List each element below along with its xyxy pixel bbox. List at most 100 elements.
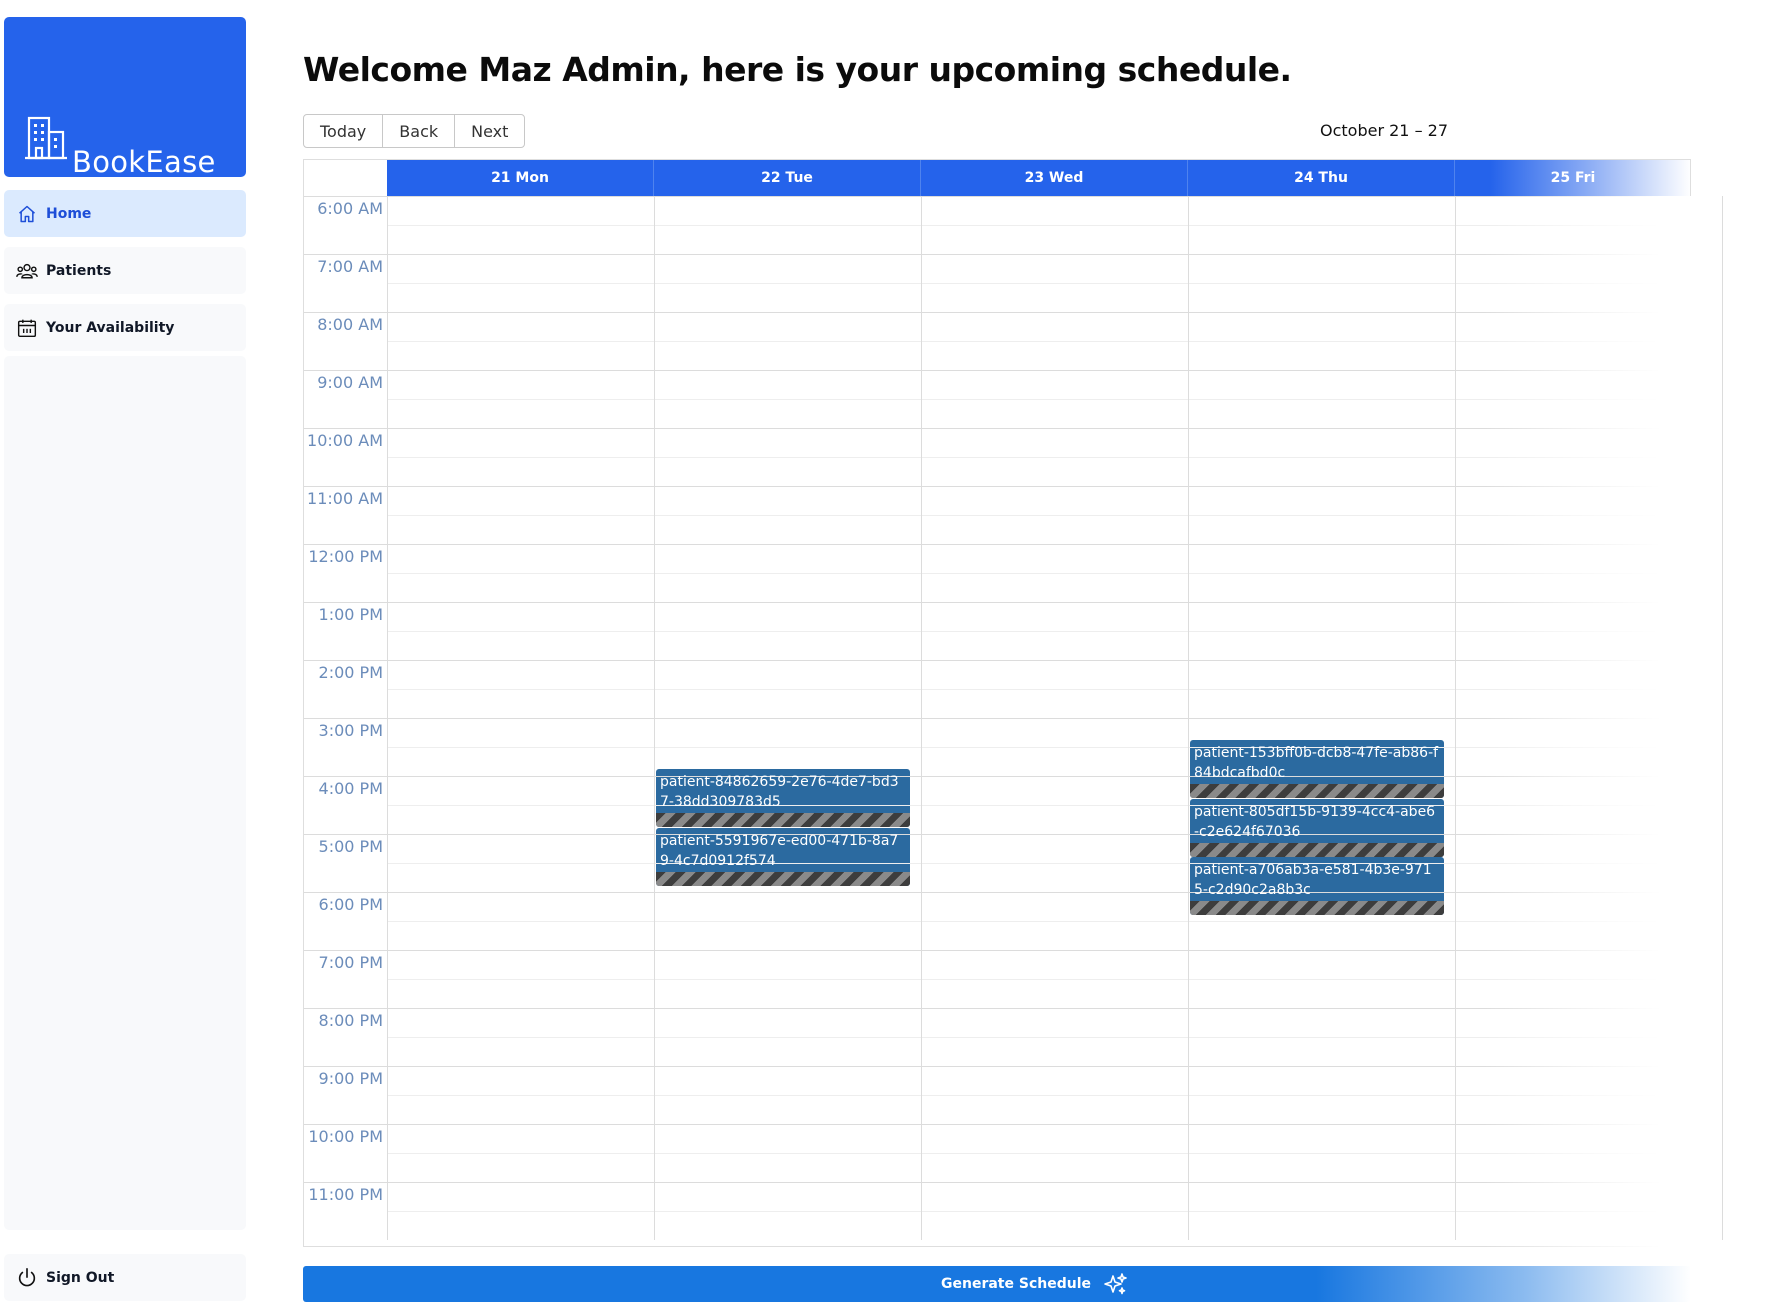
half-hour-gridline bbox=[387, 689, 1690, 690]
brand-logo: BookEase bbox=[4, 17, 246, 179]
event-label: patient-5591967e-ed00-471b-8a79-4c7d0912… bbox=[660, 833, 899, 869]
sidebar: BookEase Home Patients Your Availability bbox=[0, 0, 250, 1301]
hour-gridline bbox=[304, 544, 1690, 545]
week-calendar: 21 Mon 22 Tue 23 Wed 24 Thu 25 Fri patie… bbox=[303, 159, 1723, 1248]
hour-gridline bbox=[304, 660, 1690, 661]
users-icon bbox=[16, 260, 38, 282]
time-slot-label: 6:00 AM bbox=[317, 199, 383, 218]
time-slot-label: 5:00 PM bbox=[318, 837, 383, 856]
hour-gridline bbox=[304, 776, 1690, 777]
time-slot-label: 10:00 AM bbox=[307, 431, 383, 450]
half-hour-gridline bbox=[387, 399, 1690, 400]
generate-schedule-button[interactable]: Generate Schedule bbox=[303, 1266, 1691, 1302]
power-icon bbox=[16, 1267, 38, 1289]
hour-gridline bbox=[304, 196, 1690, 197]
half-hour-gridline bbox=[387, 631, 1690, 632]
hour-gridline bbox=[304, 1182, 1690, 1183]
time-slot-label: 2:00 PM bbox=[318, 663, 383, 682]
day-header-thu[interactable]: 24 Thu bbox=[1188, 160, 1455, 196]
event-label: patient-84862659-2e76-4de7-bd37-38dd3097… bbox=[660, 774, 899, 810]
sidebar-item-label: Patients bbox=[46, 262, 112, 279]
half-hour-gridline bbox=[387, 747, 1690, 748]
hour-gridline bbox=[304, 312, 1690, 313]
appointment-event[interactable]: patient-5591967e-ed00-471b-8a79-4c7d0912… bbox=[656, 828, 910, 886]
day-column-divider bbox=[1188, 196, 1189, 1240]
time-slot-label: 8:00 PM bbox=[318, 1011, 383, 1030]
hour-gridline bbox=[304, 254, 1690, 255]
time-slot-label: 6:00 PM bbox=[318, 895, 383, 914]
event-label: patient-153bff0b-dcb8-47fe-ab86-f84bdcaf… bbox=[1194, 745, 1439, 781]
date-range-label: October 21 – 27 bbox=[1320, 121, 1449, 140]
sparkles-icon bbox=[1104, 1273, 1127, 1295]
hour-gridline bbox=[304, 602, 1690, 603]
half-hour-gridline bbox=[387, 863, 1690, 864]
appointment-event[interactable]: patient-a706ab3a-e581-4b3e-9715-c2d90c2a… bbox=[1190, 857, 1444, 915]
hour-gridline bbox=[304, 1008, 1690, 1009]
appointment-event[interactable]: patient-805df15b-9139-4cc4-abe6-c2e624f6… bbox=[1190, 799, 1444, 857]
time-slot-label: 8:00 AM bbox=[317, 315, 383, 334]
event-label: patient-805df15b-9139-4cc4-abe6-c2e624f6… bbox=[1194, 804, 1436, 840]
appointment-event[interactable]: patient-84862659-2e76-4de7-bd37-38dd3097… bbox=[656, 769, 910, 827]
hour-gridline bbox=[304, 428, 1690, 429]
event-label: patient-a706ab3a-e581-4b3e-9715-c2d90c2a… bbox=[1194, 862, 1432, 898]
half-hour-gridline bbox=[387, 805, 1690, 806]
time-slot-label: 3:00 PM bbox=[318, 721, 383, 740]
day-column-divider bbox=[1722, 196, 1723, 1240]
day-column-divider bbox=[654, 196, 655, 1240]
sidebar-item-label: Home bbox=[46, 205, 92, 222]
hour-gridline bbox=[304, 1066, 1690, 1067]
time-slot-label: 4:00 PM bbox=[318, 779, 383, 798]
half-hour-gridline bbox=[387, 225, 1690, 226]
half-hour-gridline bbox=[387, 1153, 1690, 1154]
time-slot-label: 12:00 PM bbox=[308, 547, 383, 566]
hour-gridline bbox=[304, 1124, 1690, 1125]
page-title: Welcome Maz Admin, here is your upcoming… bbox=[303, 50, 1292, 89]
day-header-wed[interactable]: 23 Wed bbox=[921, 160, 1188, 196]
day-header-mon[interactable]: 21 Mon bbox=[387, 160, 654, 196]
brand-name: BookEase bbox=[72, 145, 216, 179]
time-slot-label: 11:00 PM bbox=[308, 1185, 383, 1204]
half-hour-gridline bbox=[387, 1211, 1690, 1212]
hour-gridline bbox=[304, 892, 1690, 893]
half-hour-gridline bbox=[387, 515, 1690, 516]
hour-gridline bbox=[304, 370, 1690, 371]
day-header-tue[interactable]: 22 Tue bbox=[654, 160, 921, 196]
half-hour-gridline bbox=[387, 1095, 1690, 1096]
today-button[interactable]: Today bbox=[303, 114, 384, 148]
time-gutter-header bbox=[304, 160, 388, 197]
hour-gridline bbox=[304, 718, 1690, 719]
sign-out-label: Sign Out bbox=[46, 1269, 115, 1286]
hour-gridline bbox=[304, 834, 1690, 835]
half-hour-gridline bbox=[387, 921, 1690, 922]
sidebar-item-your-availability[interactable]: Your Availability bbox=[4, 304, 246, 351]
back-button[interactable]: Back bbox=[382, 114, 456, 148]
time-slot-label: 7:00 PM bbox=[318, 953, 383, 972]
sidebar-item-home[interactable]: Home bbox=[4, 190, 246, 237]
sign-out-button[interactable]: Sign Out bbox=[4, 1254, 246, 1301]
time-slot-label: 1:00 PM bbox=[318, 605, 383, 624]
home-icon bbox=[16, 203, 38, 225]
time-slot-label: 10:00 PM bbox=[308, 1127, 383, 1146]
time-slot-label: 7:00 AM bbox=[317, 257, 383, 276]
generate-schedule-label: Generate Schedule bbox=[941, 1276, 1091, 1292]
half-hour-gridline bbox=[387, 1037, 1690, 1038]
half-hour-gridline bbox=[387, 457, 1690, 458]
calendar-fade-overlay bbox=[1484, 196, 1692, 1248]
half-hour-gridline bbox=[387, 341, 1690, 342]
sidebar-item-patients[interactable]: Patients bbox=[4, 247, 246, 294]
half-hour-gridline bbox=[387, 979, 1690, 980]
time-slot-label: 9:00 PM bbox=[318, 1069, 383, 1088]
hour-gridline bbox=[304, 486, 1690, 487]
next-button[interactable]: Next bbox=[454, 114, 526, 148]
hour-gridline bbox=[304, 950, 1690, 951]
day-header-fri[interactable]: 25 Fri bbox=[1455, 160, 1691, 196]
time-slot-label: 9:00 AM bbox=[317, 373, 383, 392]
day-column-divider bbox=[387, 196, 388, 1240]
calendar-icon bbox=[16, 317, 38, 339]
sidebar-item-label: Your Availability bbox=[46, 319, 175, 336]
appointment-event[interactable]: patient-153bff0b-dcb8-47fe-ab86-f84bdcaf… bbox=[1190, 740, 1444, 798]
day-column-divider bbox=[921, 196, 922, 1240]
half-hour-gridline bbox=[387, 573, 1690, 574]
calendar-toolbar: Today Back Next bbox=[303, 114, 526, 148]
half-hour-gridline bbox=[387, 283, 1690, 284]
